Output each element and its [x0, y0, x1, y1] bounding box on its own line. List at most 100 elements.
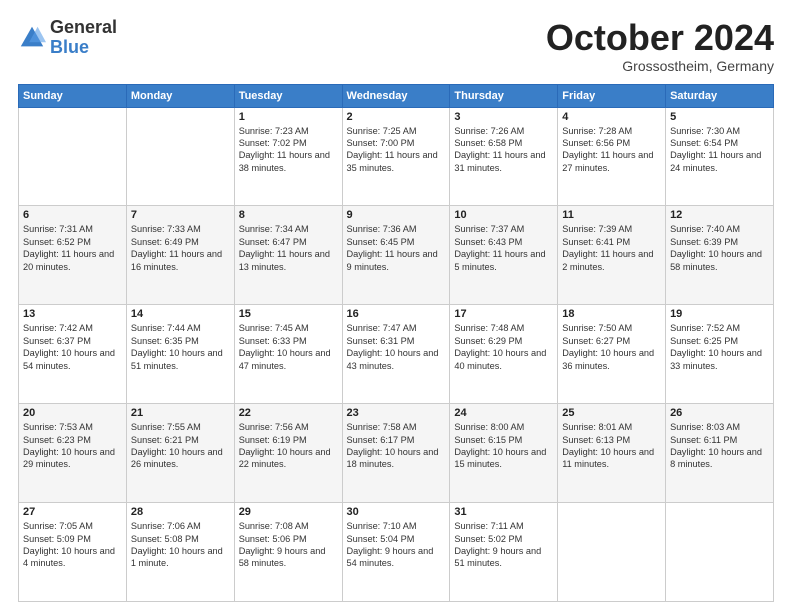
day-number: 17 [454, 308, 553, 320]
header-day-thursday: Thursday [450, 84, 558, 107]
logo-general-text: General [50, 18, 117, 38]
calendar-cell: 29 Sunrise: 7:08 AMSunset: 5:06 PMDayligh… [234, 503, 342, 602]
day-number: 7 [131, 209, 230, 221]
title-area: October 2024 Grossostheim, Germany [546, 18, 774, 74]
day-number: 30 [347, 506, 446, 518]
day-info: Sunrise: 7:56 AMSunset: 6:19 PMDaylight:… [239, 421, 338, 471]
calendar-cell: 30 Sunrise: 7:10 AMSunset: 5:04 PMDayligh… [342, 503, 450, 602]
calendar-cell: 23 Sunrise: 7:58 AMSunset: 6:17 PMDayligh… [342, 404, 450, 503]
calendar-cell: 22 Sunrise: 7:56 AMSunset: 6:19 PMDayligh… [234, 404, 342, 503]
calendar-cell: 6 Sunrise: 7:31 AMSunset: 6:52 PMDaylight… [19, 206, 127, 305]
calendar-cell: 27 Sunrise: 7:05 AMSunset: 5:09 PMDayligh… [19, 503, 127, 602]
calendar-cell [19, 107, 127, 206]
calendar-cell: 31 Sunrise: 7:11 AMSunset: 5:02 PMDayligh… [450, 503, 558, 602]
day-info: Sunrise: 7:08 AMSunset: 5:06 PMDaylight:… [239, 520, 338, 570]
calendar-cell: 20 Sunrise: 7:53 AMSunset: 6:23 PMDayligh… [19, 404, 127, 503]
calendar-cell: 5 Sunrise: 7:30 AMSunset: 6:54 PMDaylight… [666, 107, 774, 206]
day-number: 31 [454, 506, 553, 518]
calendar-cell [666, 503, 774, 602]
calendar-cell: 24 Sunrise: 8:00 AMSunset: 6:15 PMDayligh… [450, 404, 558, 503]
day-info: Sunrise: 7:47 AMSunset: 6:31 PMDaylight:… [347, 322, 446, 372]
header-day-tuesday: Tuesday [234, 84, 342, 107]
header-day-monday: Monday [126, 84, 234, 107]
calendar-cell: 8 Sunrise: 7:34 AMSunset: 6:47 PMDaylight… [234, 206, 342, 305]
day-number: 29 [239, 506, 338, 518]
day-number: 5 [670, 111, 769, 123]
day-number: 8 [239, 209, 338, 221]
day-info: Sunrise: 7:23 AMSunset: 7:02 PMDaylight:… [239, 125, 338, 175]
calendar-cell: 9 Sunrise: 7:36 AMSunset: 6:45 PMDaylight… [342, 206, 450, 305]
day-info: Sunrise: 8:00 AMSunset: 6:15 PMDaylight:… [454, 421, 553, 471]
calendar-cell: 11 Sunrise: 7:39 AMSunset: 6:41 PMDayligh… [558, 206, 666, 305]
day-number: 24 [454, 407, 553, 419]
day-number: 18 [562, 308, 661, 320]
header-day-friday: Friday [558, 84, 666, 107]
calendar-cell: 28 Sunrise: 7:06 AMSunset: 5:08 PMDayligh… [126, 503, 234, 602]
calendar-cell: 4Sunrise: 7:28 AMSunset: 6:56 PMDaylight… [558, 107, 666, 206]
day-info: Sunrise: 7:53 AMSunset: 6:23 PMDaylight:… [23, 421, 122, 471]
day-info: Sunrise: 8:01 AMSunset: 6:13 PMDaylight:… [562, 421, 661, 471]
logo-blue-text: Blue [50, 38, 117, 58]
calendar-header: SundayMondayTuesdayWednesdayThursdayFrid… [19, 84, 774, 107]
calendar-cell: 1 Sunrise: 7:23 AMSunset: 7:02 PMDaylight… [234, 107, 342, 206]
day-info: Sunrise: 7:36 AMSunset: 6:45 PMDaylight:… [347, 223, 446, 273]
day-number: 28 [131, 506, 230, 518]
calendar-cell: 7 Sunrise: 7:33 AMSunset: 6:49 PMDaylight… [126, 206, 234, 305]
day-info: Sunrise: 7:39 AMSunset: 6:41 PMDaylight:… [562, 223, 661, 273]
day-info: Sunrise: 7:31 AMSunset: 6:52 PMDaylight:… [23, 223, 122, 273]
day-number: 10 [454, 209, 553, 221]
header-day-saturday: Saturday [666, 84, 774, 107]
day-number: 19 [670, 308, 769, 320]
calendar-cell: 18Sunrise: 7:50 AMSunset: 6:27 PMDayligh… [558, 305, 666, 404]
calendar-cell [558, 503, 666, 602]
day-info: Sunrise: 7:30 AMSunset: 6:54 PMDaylight:… [670, 125, 769, 175]
day-info: Sunrise: 7:26 AMSunset: 6:58 PMDaylight:… [454, 125, 553, 175]
subtitle: Grossostheim, Germany [546, 58, 774, 74]
day-number: 26 [670, 407, 769, 419]
day-info: Sunrise: 7:45 AMSunset: 6:33 PMDaylight:… [239, 322, 338, 372]
day-info: Sunrise: 7:37 AMSunset: 6:43 PMDaylight:… [454, 223, 553, 273]
day-info: Sunrise: 7:28 AMSunset: 6:56 PMDaylight:… [562, 125, 661, 175]
day-number: 15 [239, 308, 338, 320]
day-info: Sunrise: 7:40 AMSunset: 6:39 PMDaylight:… [670, 223, 769, 273]
day-info: Sunrise: 7:05 AMSunset: 5:09 PMDaylight:… [23, 520, 122, 570]
calendar-cell: 10 Sunrise: 7:37 AMSunset: 6:43 PMDayligh… [450, 206, 558, 305]
day-number: 22 [239, 407, 338, 419]
day-info: Sunrise: 7:33 AMSunset: 6:49 PMDaylight:… [131, 223, 230, 273]
calendar-week-5: 27 Sunrise: 7:05 AMSunset: 5:09 PMDayligh… [19, 503, 774, 602]
calendar-cell: 12 Sunrise: 7:40 AMSunset: 6:39 PMDayligh… [666, 206, 774, 305]
day-number: 16 [347, 308, 446, 320]
day-number: 23 [347, 407, 446, 419]
calendar-cell: 16 Sunrise: 7:47 AMSunset: 6:31 PMDayligh… [342, 305, 450, 404]
day-number: 11 [562, 209, 661, 221]
calendar-cell: 13Sunrise: 7:42 AMSunset: 6:37 PMDayligh… [19, 305, 127, 404]
header: General Blue October 2024 Grossostheim, … [18, 18, 774, 74]
day-number: 27 [23, 506, 122, 518]
day-info: Sunrise: 7:48 AMSunset: 6:29 PMDaylight:… [454, 322, 553, 372]
day-number: 1 [239, 111, 338, 123]
calendar-week-4: 20 Sunrise: 7:53 AMSunset: 6:23 PMDayligh… [19, 404, 774, 503]
header-row: SundayMondayTuesdayWednesdayThursdayFrid… [19, 84, 774, 107]
month-title: October 2024 [546, 18, 774, 58]
day-info: Sunrise: 8:03 AMSunset: 6:11 PMDaylight:… [670, 421, 769, 471]
calendar-week-3: 13Sunrise: 7:42 AMSunset: 6:37 PMDayligh… [19, 305, 774, 404]
day-number: 21 [131, 407, 230, 419]
calendar-cell: 2Sunrise: 7:25 AMSunset: 7:00 PMDaylight… [342, 107, 450, 206]
day-info: Sunrise: 7:58 AMSunset: 6:17 PMDaylight:… [347, 421, 446, 471]
calendar-cell: 26 Sunrise: 8:03 AMSunset: 6:11 PMDayligh… [666, 404, 774, 503]
calendar-cell: 25 Sunrise: 8:01 AMSunset: 6:13 PMDayligh… [558, 404, 666, 503]
calendar-week-2: 6 Sunrise: 7:31 AMSunset: 6:52 PMDaylight… [19, 206, 774, 305]
day-info: Sunrise: 7:06 AMSunset: 5:08 PMDaylight:… [131, 520, 230, 570]
day-info: Sunrise: 7:34 AMSunset: 6:47 PMDaylight:… [239, 223, 338, 273]
header-day-wednesday: Wednesday [342, 84, 450, 107]
day-number: 6 [23, 209, 122, 221]
calendar-body: 1 Sunrise: 7:23 AMSunset: 7:02 PMDaylight… [19, 107, 774, 601]
day-info: Sunrise: 7:11 AMSunset: 5:02 PMDaylight:… [454, 520, 553, 570]
day-number: 20 [23, 407, 122, 419]
calendar-cell: 15 Sunrise: 7:45 AMSunset: 6:33 PMDayligh… [234, 305, 342, 404]
calendar-table: SundayMondayTuesdayWednesdayThursdayFrid… [18, 84, 774, 602]
day-number: 25 [562, 407, 661, 419]
day-info: Sunrise: 7:10 AMSunset: 5:04 PMDaylight:… [347, 520, 446, 570]
day-number: 12 [670, 209, 769, 221]
day-number: 9 [347, 209, 446, 221]
